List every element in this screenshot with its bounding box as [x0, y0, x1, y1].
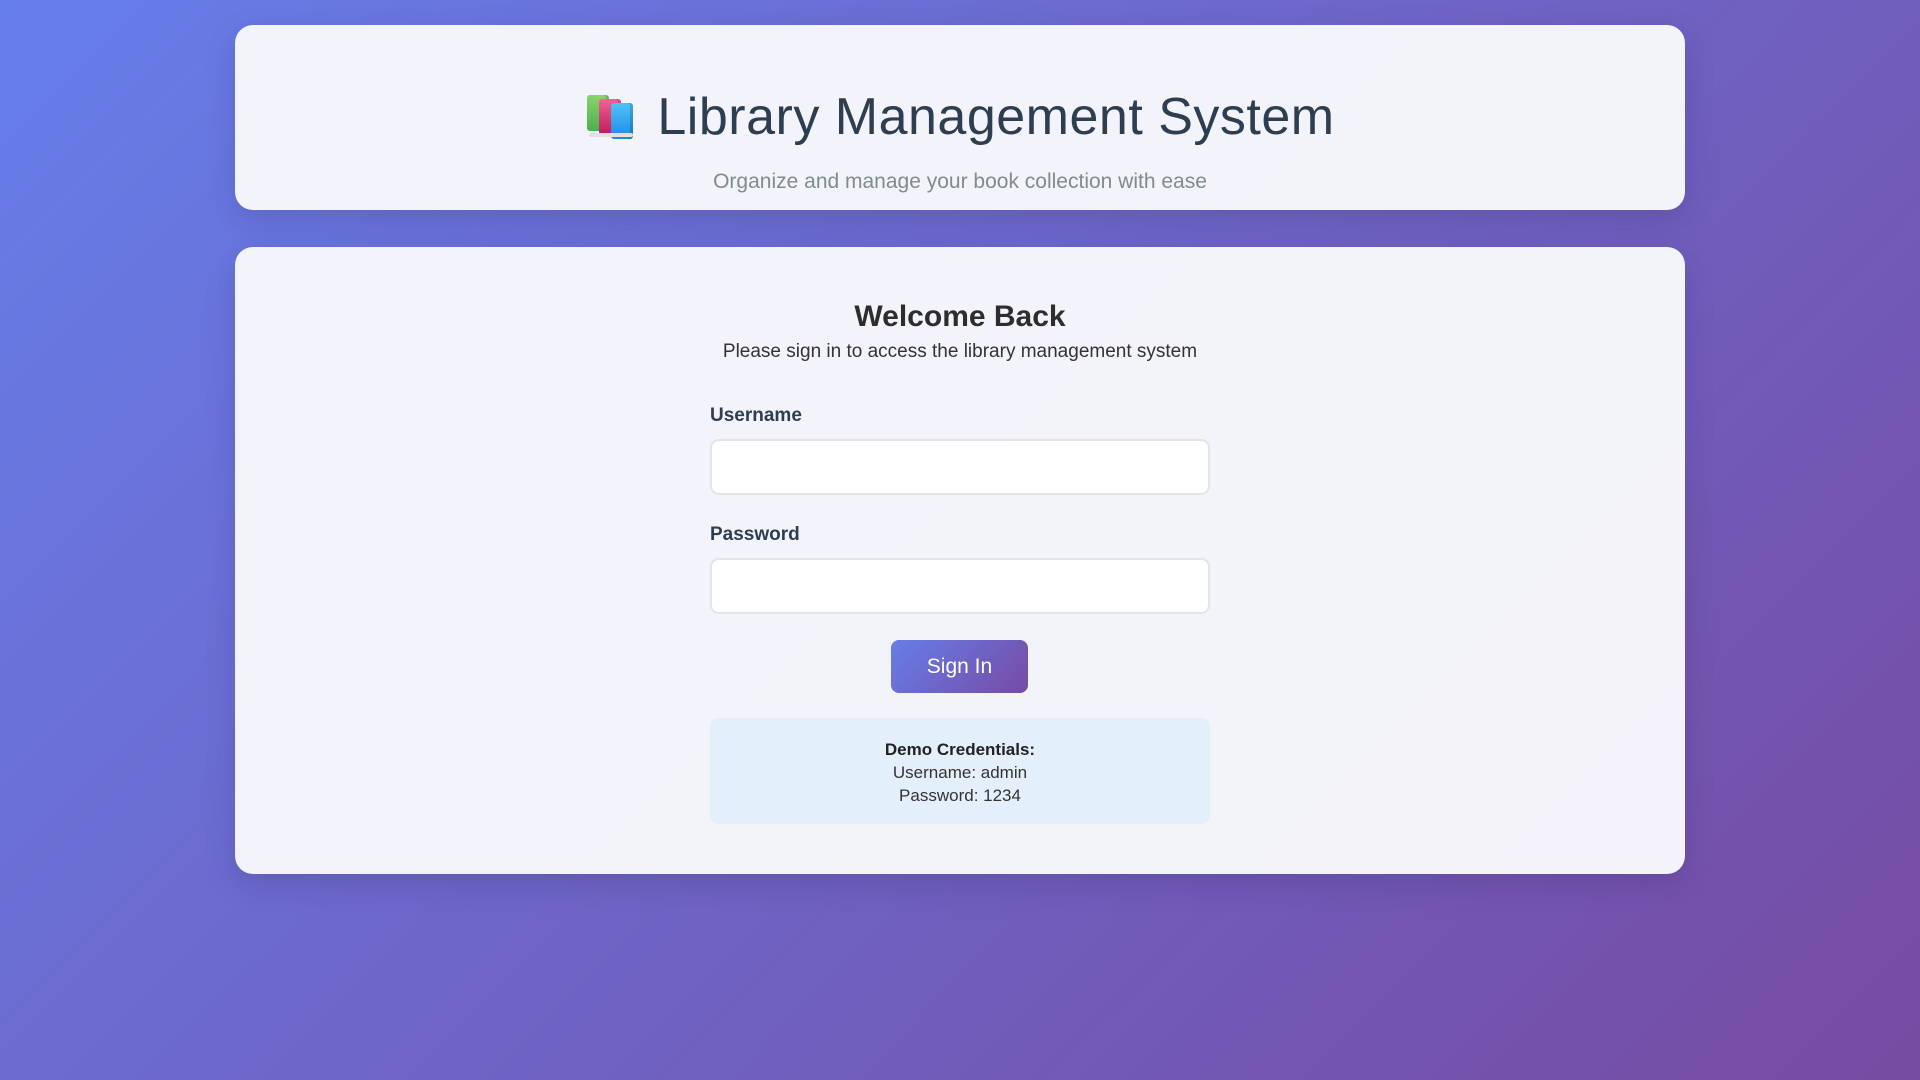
- password-label: Password: [710, 524, 800, 545]
- app-subtitle: Organize and manage your book collection…: [713, 170, 1207, 193]
- welcome-subtitle: Please sign in to access the library man…: [722, 341, 1198, 362]
- username-label: Username: [710, 405, 802, 426]
- demo-username-line: Username: admin: [892, 763, 1028, 782]
- header-title-row: Library Management System: [235, 91, 1685, 143]
- books-icon: [585, 93, 637, 141]
- header-card: Library Management System Organize and m…: [235, 25, 1685, 210]
- password-input[interactable]: [710, 558, 1210, 614]
- demo-credentials-box: Demo Credentials: Username: admin Passwo…: [710, 718, 1210, 824]
- app-title: Library Management System: [657, 88, 1335, 146]
- page: Library Management System Organize and m…: [0, 0, 1920, 1080]
- demo-credentials-heading: Demo Credentials:: [884, 740, 1036, 759]
- sign-in-button[interactable]: Sign In: [891, 640, 1028, 693]
- demo-password-line: Password: 1234: [899, 786, 1021, 805]
- username-input[interactable]: [710, 439, 1210, 495]
- welcome-title: Welcome Back: [854, 300, 1066, 333]
